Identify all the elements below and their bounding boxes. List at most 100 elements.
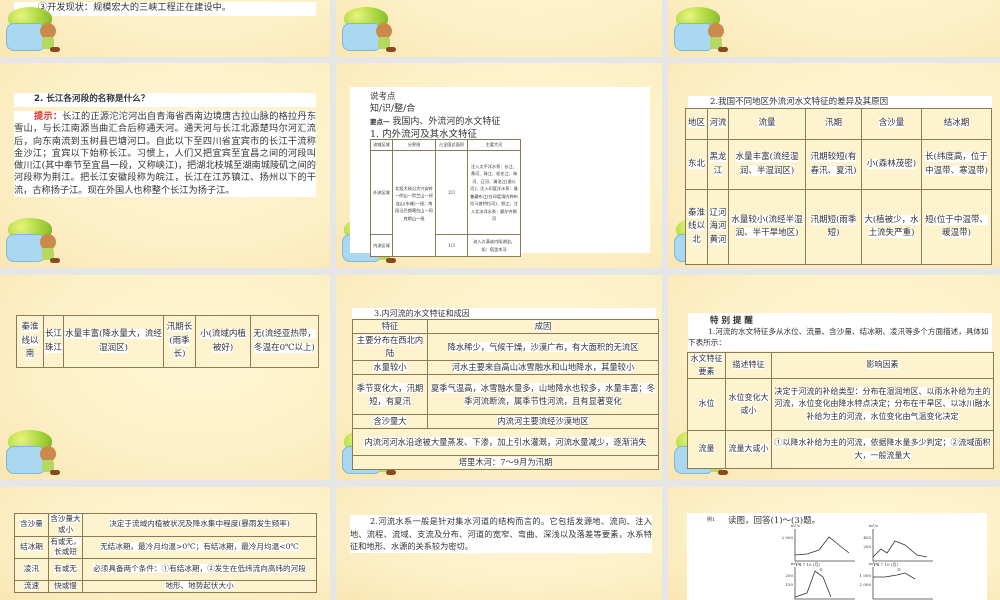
cell-text: 小(流域内植被好) [200,329,246,353]
cell-text: 降水稀少，气候干燥，沙漠广布，有大面积的无流区 [447,341,639,352]
cell-text: 长江珠江 [45,329,63,353]
table-cell: 汛期较短(有春汛、夏汛) [805,139,862,190]
table-cell: 塔里木河：7～9月为汛期 [352,455,659,470]
cell-text: 注入太平洋水系：长江、黄河、珠江、松花江、海河、辽河、澜沧江(湄公河)；注入印度… [470,163,518,221]
cell-text: 河流 [709,118,727,129]
table-cell: 流量 [687,430,726,469]
table-row: 东北 黑龙江 水量丰富(流经湿润、半湿润区) 汛期较短(有春汛、夏汛) 小(森林茂密) 长… [685,139,992,190]
table-row: 流量 流量大或小 ①以降水补给为主的河流，依据降水量多少判定；②流域面积大，一般流量… [687,430,994,469]
table-row: 含沙量大 内流河主要流经沙漠地区 [352,414,659,429]
cell-text: 主要大河 [485,142,503,148]
table: 流域区域 分界线 占全国总面积 主要大河 外流区域 北段大致沿大兴安岭—阴山—贺兰山—祁连… [370,139,521,257]
cell-text: 主要分布在西北内陆 [356,335,424,358]
hint-label: 提示： [34,111,63,122]
cell-text: 内流河主要流经沙漠地区 [497,416,589,427]
cell-text: 内流区域 [373,242,390,248]
cell-text: 小(森林茂密) [866,158,917,169]
cell-text: 流域区域 [373,142,390,148]
cell-text: 影响因素 [866,360,899,370]
answer-text: 提示：长江的正源沱沱河出自青海省西南边境唐古拉山脉的格拉丹东雪山，与长江南源当曲… [14,111,316,198]
slide-thumbnail[interactable]: 2.我国不同地区外流河水文特征的差异及其原因 地区 河流 流量 汛期 含沙量 结冰期 东北黑… [668,63,1000,268]
cell-text: 东北 [687,158,705,169]
slide-thumbnail[interactable]: 含沙量 含沙量大或小 决定于流域内植被状况及降水集中程度(暴雨发生频率) 结冰期 有或无… [0,487,330,600]
table-row: 流速 快或慢 地形、地势起伏大小 [14,580,317,594]
cell-text: 占全国总面积 [438,142,465,148]
table: 秦淮线以南 长江珠江 水量丰富(降水量大，流经湿润区) 汛期长(雨季长) 小(流域内植被… [16,315,319,368]
cell-text: 秦淮线以北 [687,207,705,245]
slide-thumbnail[interactable]: 3.内河流的水文特征和成因 特征 成因 主要分布在西北内陆 降水稀少，气候干燥，沙漠广… [336,275,662,480]
table-cell: 流速 [14,580,49,594]
table-cell: 夏季气温高，冰雪融水量多，山地降水也较多，水量丰富；冬季河流断流，属季节性河流，… [427,374,659,415]
y-tick-label: 2 000 [860,582,872,587]
cell-text: 内流河河水沿途被大量蒸发、下渗，加上引水灌溉，河流水量减少，逐渐消失 [364,436,647,447]
table-header-cell: 主要大河 [467,139,521,151]
hydrology-factors-table: 水文特征要素 描述特征 影响因素 水位 水位变化大或小 决定于河流的补给类型：分布在湿润地… [687,352,994,469]
mascot-illustration [6,7,62,53]
slide-thumbnail[interactable] [668,0,1000,57]
cell-text: 黑龙江 [709,152,727,176]
slide-thumbnail[interactable]: 2.河流水系一般是针对集水河道的结构而言的。它包括发源地、流向、注入地、流程、流… [336,487,662,600]
table-cell: 流量大或小 [725,430,772,469]
mascot-illustration [342,7,398,53]
chart-unit-label: m³/s [869,561,878,566]
cell-text: 含沙量大 [373,416,407,427]
table-header-row: 特征 成因 [352,319,659,334]
table-cell: 东北 [685,139,708,190]
table-cell: 结冰期 [14,535,49,560]
table-cell: 水量丰富(流经湿润、半湿润区) [728,139,806,190]
slide-thumbnail[interactable]: 例1 读图，回答(1)～(3)题。 m³/s 2 000 1 4 7 10 (月) ①… [668,487,1000,600]
slide-thumbnail[interactable]: 秦淮线以南 长江珠江 水量丰富(降水量大，流经湿润区) 汛期长(雨季长) 小(流域内植被… [0,275,330,480]
outflow-river-table: 地区 河流 流量 汛期 含沙量 结冰期 东北 黑龙江 水量丰富(流经湿润、半湿润区) 汛期较短(有… [685,108,992,265]
chart-unit-label: m³/s [869,523,878,528]
cell-text: 地区 [687,118,705,129]
flow-chart: m³/s2 0001 4 7 10 (月)① [782,523,855,572]
slide-thumbnail[interactable]: 特 别 提 醒 1.河流的水文特征多从水位、流量、含沙量、结冰期、凌汛等多个方面… [668,275,1000,480]
table-cell: 水量较小(流经半湿润、半干旱地区) [728,189,806,265]
slide-thumbnail[interactable]: 2. 长江各河段的名称是什么？ 提示：长江的正源沱沱河出自青海省西南边境唐古拉山… [0,63,330,268]
table-header-cell: 成因 [427,319,659,334]
mascot-illustration [6,218,62,264]
example-label: 例1 [707,517,716,523]
subtitle: 1. 内外流河及其水文特征 [370,129,478,140]
table-cell: 无结冰期，最冷月均温>0℃；有结冰期，最冷月均温<0℃ [82,535,317,560]
outflow-river-table-continued: 秦淮线以南 长江珠江 水量丰富(降水量大，流经湿润区) 汛期长(雨季长) 小(流域内植被… [16,315,319,368]
table-row: 水量较小 河水主要来自高山冰雪融水和山地降水，其量较小 [352,360,659,375]
cell-text: 快或慢 [54,581,77,591]
slide-thumbnail[interactable] [336,0,662,57]
slide-thumbnail[interactable]: ③开发现状：规模宏大的三峡工程正在建设中。 [0,0,330,57]
slide-thumbnail[interactable]: 说考点 知/识/整/合 要点一 我国内、外流河的水文特征 1. 内外流河及其水文… [336,63,662,268]
table-cell: 长江珠江 [43,315,64,368]
cell-text: 流量 [698,444,715,454]
table: 特征 成因 主要分布在西北内陆 降水稀少，气候干燥，沙漠广布，有大面积的无流区水量较小… [352,319,659,470]
chart-axes [794,529,855,562]
table-cell: 辽河海河黄河 [707,189,729,265]
flow-chart: m³/s4002001 4 7 10 (月)② [863,523,933,572]
mascot-illustration [6,430,62,476]
table-cell: 黑龙江 [707,139,729,190]
table-cell: 水量较小 [352,360,428,375]
mascot-illustration [674,7,730,53]
table-row: 外流区域 北段大致沿大兴安岭—阴山—贺兰山—祁连山(东端)一线；南段沿巴颜喀拉山—… [370,150,521,257]
table-cell: 水量丰富(降水量大，流经湿润区) [63,315,164,368]
inland-river-table: 特征 成因 主要分布在西北内陆 降水稀少，气候干燥，沙漠广布，有大面积的无流区水量较小… [352,319,659,470]
cell-text: 夏季气温高，冰雪融水量多，山地降水也较多，水量丰富；冬季河流断流，属季节性河流，… [430,382,656,406]
table: 地区 河流 流量 汛期 含沙量 结冰期 东北 黑龙江 水量丰富(流经湿润、半湿润区) 汛期较短(有… [685,108,992,265]
cell-text: 大(植被少，水土流失严重) [864,214,919,238]
table-cell: 秦淮线以南 [16,315,44,368]
table-title: 3.内河流的水文特征和成因 [352,308,656,319]
cell-text: 塔里木河：7～9月为汛期 [458,457,553,468]
reminder-heading: 特 别 提 醒 [710,316,753,326]
section-heading: 知/识/整/合 [370,104,416,114]
y-tick-label: 2 000 [782,535,794,540]
cell-text: 北段大致沿大兴安岭—阴山—贺兰山—祁连山(东端)一线；南段沿巴颜喀拉山—冈底斯山… [395,185,433,221]
cell-text: 汛期短(雨季短) [810,214,857,238]
table-cell: 流入沙漠或内陆湖泊，如：塔里木河 [467,234,521,257]
cell-text: 成因 [534,321,552,332]
hydrology-factors-table-continued: 含沙量 含沙量大或小 决定于流域内植被状况及降水集中程度(暴雨发生频率) 结冰期 有或无… [14,513,317,594]
cell-text: 水量较小(流经半湿润、半干旱地区) [731,214,803,238]
table-header-cell: 流域区域 [370,139,393,151]
table-cell: 北段大致沿大兴安岭—阴山—贺兰山—祁连山(东端)一线；南段沿巴颜喀拉山—冈底斯山… [392,150,436,257]
table-header-cell: 描述特征 [725,352,772,379]
reminder-intro: 1.河流的水文特征多从水位、流量、含沙量、结冰期、凌汛等多个方面描述，具体如下表… [688,327,989,347]
table-cell: 小(森林茂密) [861,139,922,190]
